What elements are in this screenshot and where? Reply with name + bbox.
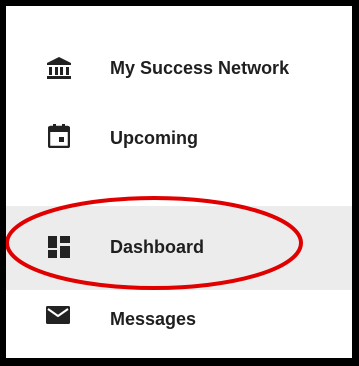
sidebar-item-my-success-network[interactable]: My Success Network [6,46,352,90]
sidebar-item-upcoming[interactable]: Upcoming [6,116,352,160]
sidebar-item-messages[interactable]: Messages [6,296,352,340]
sidebar-item-label: Upcoming [110,128,198,148]
sidebar-item-label: Dashboard [110,237,205,257]
bank-icon [47,57,71,79]
sidebar-item-label: Messages [110,309,197,329]
sidebar-item-dashboard[interactable]: Dashboard [6,206,352,290]
calendar-icon [48,124,70,148]
mail-icon [46,306,70,324]
sidebar-menu: My Success Network Upcoming Dashboard Me… [0,0,359,366]
dashboard-icon [48,236,70,258]
sidebar-item-label: My Success Network [110,58,290,78]
